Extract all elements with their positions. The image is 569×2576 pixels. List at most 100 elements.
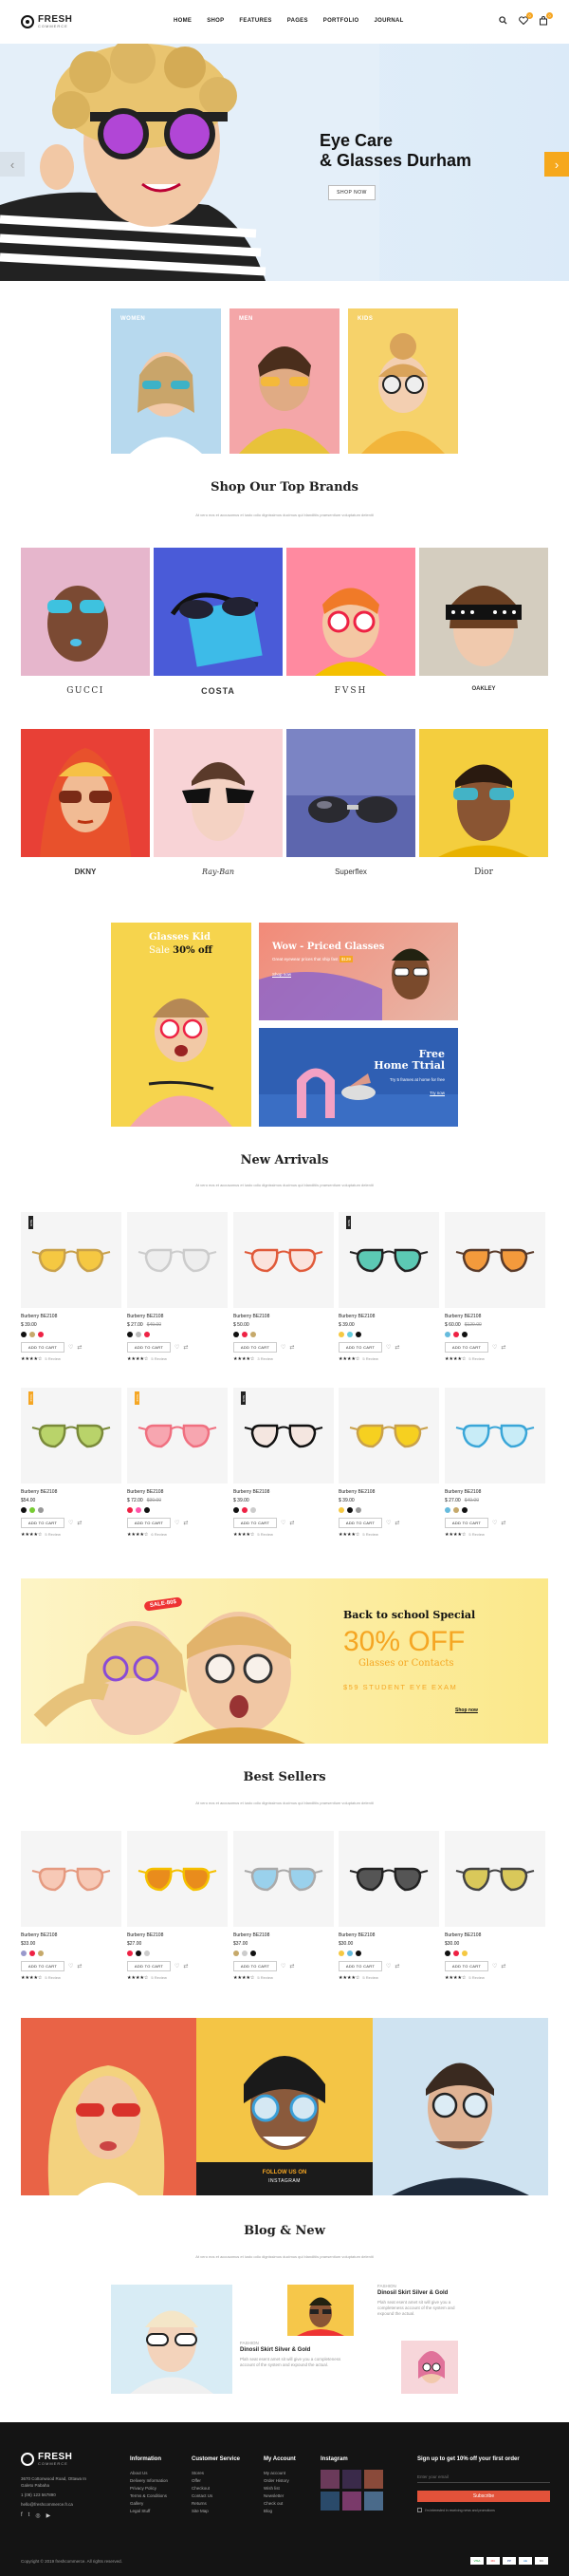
nav-pages[interactable]: PAGES [287, 18, 308, 24]
color-swatch[interactable] [242, 1332, 248, 1337]
color-swatch[interactable] [21, 1951, 27, 1956]
instagram-photo-2[interactable]: FOLLOW US ON INSTAGRAM [196, 2018, 373, 2195]
newsletter-email-input[interactable] [417, 2472, 550, 2483]
compare-icon[interactable]: ⇄ [77, 1520, 82, 1526]
compare-icon[interactable]: ⇄ [289, 1344, 294, 1351]
product-reviews[interactable]: 5 Review [45, 1975, 60, 1980]
promo-trial-link[interactable]: Try now [430, 1091, 445, 1095]
nav-features[interactable]: FEATURES [239, 18, 271, 24]
product-image[interactable]: NEW [339, 1212, 439, 1308]
instagram-thumb[interactable] [342, 2470, 361, 2489]
color-swatch[interactable] [21, 1332, 27, 1337]
youtube-icon[interactable]: ▶ [46, 2512, 51, 2519]
brand-image-oakley[interactable] [419, 548, 548, 676]
product-reviews[interactable]: 3 Review [257, 1356, 272, 1361]
compare-icon[interactable]: ⇄ [77, 1963, 82, 1969]
product-reviews[interactable]: 5 Review [151, 1356, 166, 1361]
product-name[interactable]: Burberry BE2108 [445, 1932, 545, 1938]
product-name[interactable]: Burberry BE2108 [339, 1489, 439, 1495]
color-swatch[interactable] [136, 1332, 141, 1337]
heart-icon[interactable]: ♡ [386, 1344, 391, 1351]
color-swatch[interactable] [38, 1332, 44, 1337]
blog-post-title[interactable]: Dinosil Skirt Silver & Gold [377, 2290, 463, 2296]
product-reviews[interactable]: 5 Review [468, 1356, 484, 1361]
product-card[interactable]: Burberry BE2108 $33.00 ADD TO CART ♡ ⇄ ★★★★☆ 5… [21, 1831, 121, 1981]
heart-icon[interactable]: ♡ [68, 1344, 73, 1351]
product-image[interactable] [339, 1831, 439, 1927]
compare-icon[interactable]: ⇄ [183, 1963, 188, 1969]
category-kids[interactable]: KIDS [348, 308, 458, 454]
compare-icon[interactable]: ⇄ [183, 1520, 188, 1526]
brand-name-costa[interactable]: COSTA [154, 686, 283, 696]
compare-icon[interactable]: ⇄ [395, 1344, 399, 1351]
compare-icon[interactable]: ⇄ [395, 1963, 399, 1969]
color-swatch[interactable] [136, 1951, 141, 1956]
color-swatch[interactable] [29, 1507, 35, 1513]
color-swatch[interactable] [233, 1951, 239, 1956]
category-men[interactable]: MEN [229, 308, 340, 454]
instagram-thumb[interactable] [342, 2492, 361, 2511]
brand-name-dkny[interactable]: DKNY [21, 868, 150, 876]
color-swatch[interactable] [144, 1951, 150, 1956]
instagram-thumb[interactable] [321, 2470, 340, 2489]
product-image[interactable] [445, 1388, 545, 1484]
product-name[interactable]: Burberry BE2108 [21, 1314, 121, 1319]
brand-image-gucci[interactable] [21, 548, 150, 676]
blog-image-1[interactable] [111, 2285, 232, 2394]
product-reviews[interactable]: 5 Review [45, 1532, 60, 1537]
add-to-cart-button[interactable]: ADD TO CART [127, 1342, 171, 1353]
color-swatch[interactable] [453, 1507, 459, 1513]
color-swatch[interactable] [462, 1507, 468, 1513]
heart-icon[interactable]: ♡ [281, 1963, 285, 1969]
product-image[interactable] [21, 1831, 121, 1927]
heart-icon[interactable]: ♡ [174, 1963, 179, 1969]
site-logo[interactable]: FRESH COMMERCE [21, 15, 72, 28]
color-swatch[interactable] [38, 1507, 44, 1513]
product-image[interactable] [127, 1831, 228, 1927]
subscribe-button[interactable]: Subscribe [417, 2491, 550, 2502]
product-reviews[interactable]: 5 Review [151, 1975, 166, 1980]
color-swatch[interactable] [445, 1951, 450, 1956]
color-swatch[interactable] [347, 1951, 353, 1956]
blog-post-title[interactable]: Dinosil Skirt Silver & Gold [240, 2347, 344, 2353]
add-to-cart-button[interactable]: ADD TO CART [21, 1342, 64, 1353]
instagram-thumb[interactable] [364, 2492, 383, 2511]
compare-icon[interactable]: ⇄ [77, 1344, 82, 1351]
product-reviews[interactable]: 5 Review [468, 1532, 484, 1537]
product-card[interactable]: NEW Burberry BE2108 $ 39.00 ADD TO CART ♡ ⇄ ★★… [339, 1212, 439, 1362]
footer-logo[interactable]: FRESH COMMERCE [21, 2453, 72, 2466]
footer-link[interactable]: Wish list [264, 2485, 296, 2492]
category-women[interactable]: WOMEN [111, 308, 221, 454]
brand-name-superflex[interactable]: Superflex [286, 868, 415, 876]
add-to-cart-button[interactable]: ADD TO CART [445, 1518, 488, 1528]
color-swatch[interactable] [242, 1951, 248, 1956]
product-card[interactable]: Burberry BE2108 $ 27.00 $49.00 ADD TO CART ♡… [127, 1212, 228, 1362]
heart-icon[interactable]: ♡ [386, 1520, 391, 1526]
color-swatch[interactable] [356, 1332, 361, 1337]
footer-link[interactable]: About Us [130, 2470, 168, 2477]
color-swatch[interactable] [38, 1951, 44, 1956]
product-reviews[interactable]: 5 Review [45, 1356, 60, 1361]
cart-icon[interactable]: 0 [538, 12, 553, 27]
color-swatch[interactable] [127, 1507, 133, 1513]
add-to-cart-button[interactable]: ADD TO CART [233, 1342, 277, 1353]
heart-icon[interactable]: ♡ [68, 1520, 73, 1526]
heart-icon[interactable]: ♡ [281, 1344, 285, 1351]
add-to-cart-button[interactable]: ADD TO CART [445, 1342, 488, 1353]
brand-image-fvsh[interactable] [286, 548, 415, 676]
color-swatch[interactable] [250, 1507, 256, 1513]
color-swatch[interactable] [339, 1332, 344, 1337]
promo-kids[interactable]: Glasses Kid Sale 30% off [111, 923, 251, 1127]
color-swatch[interactable] [250, 1951, 256, 1956]
wishlist-icon[interactable]: 0 [518, 12, 533, 27]
product-name[interactable]: Burberry BE2108 [127, 1932, 228, 1938]
color-swatch[interactable] [453, 1951, 459, 1956]
heart-icon[interactable]: ♡ [281, 1520, 285, 1526]
compare-icon[interactable]: ⇄ [395, 1520, 399, 1526]
compare-icon[interactable]: ⇄ [289, 1520, 294, 1526]
product-name[interactable]: Burberry BE2108 [127, 1314, 228, 1319]
compare-icon[interactable]: ⇄ [501, 1963, 505, 1969]
footer-link[interactable]: Privacy Policy [130, 2485, 168, 2492]
product-reviews[interactable]: 5 Review [257, 1532, 272, 1537]
color-swatch[interactable] [21, 1507, 27, 1513]
